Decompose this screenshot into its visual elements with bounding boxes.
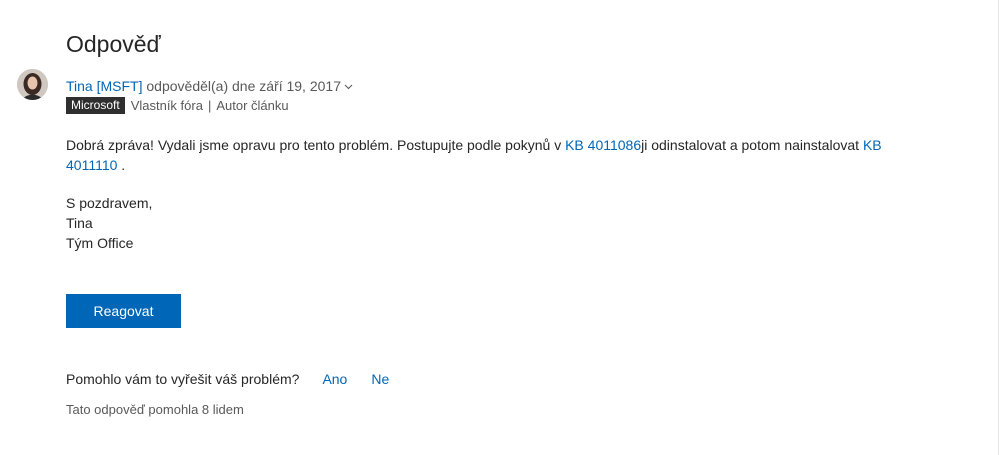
avatar-image [17, 69, 48, 100]
helpful-no-link[interactable]: Ne [371, 371, 389, 387]
answer-title: Odpověď [66, 31, 161, 57]
author-name-link[interactable]: Tina [MSFT] [66, 78, 143, 94]
helpful-question: Pomohlo vám to vyřešit váš problém? [66, 371, 300, 387]
role-article-author: Autor článku [216, 98, 289, 113]
author-line: Tina [MSFT] odpověděl(a) dne září 19, 20… [66, 77, 353, 94]
message-text-1: Dobrá zpráva! Vydali jsme opravu pro ten… [66, 137, 566, 153]
signature-greeting: S pozdravem, [66, 195, 153, 211]
helped-count: Tato odpověď pomohla 8 lidem [66, 402, 244, 417]
microsoft-badge: Microsoft [66, 97, 125, 114]
helpful-yes-link[interactable]: Ano [322, 371, 347, 387]
reply-button[interactable]: Reagovat [66, 294, 181, 328]
answer-panel: Odpověď Tina [MSFT] odpověděl(a) dne zář… [0, 0, 999, 455]
kb-4011086-link[interactable]: KB 4011086 [565, 137, 641, 153]
helpful-prompt: Pomohlo vám to vyřešit váš problém? Ano Ne [66, 371, 389, 387]
role-separator: | [207, 98, 212, 113]
signature-name: Tina [66, 215, 93, 231]
author-avatar[interactable] [17, 69, 48, 100]
signature: S pozdravem, Tina Tým Office [66, 193, 152, 253]
answer-message: Dobrá zpráva! Vydali jsme opravu pro ten… [66, 135, 926, 175]
author-roles: Microsoft Vlastník fóra | Autor článku [66, 97, 289, 114]
role-forum-owner: Vlastník fóra [130, 98, 203, 113]
answered-date: odpověděl(a) dne září 19, 2017 [142, 78, 341, 94]
chevron-down-icon[interactable] [344, 77, 353, 93]
signature-team: Tým Office [66, 235, 134, 251]
message-text-3: . [117, 157, 126, 173]
message-text-2: ji odinstalovat a potom nainstalovat [641, 137, 863, 153]
